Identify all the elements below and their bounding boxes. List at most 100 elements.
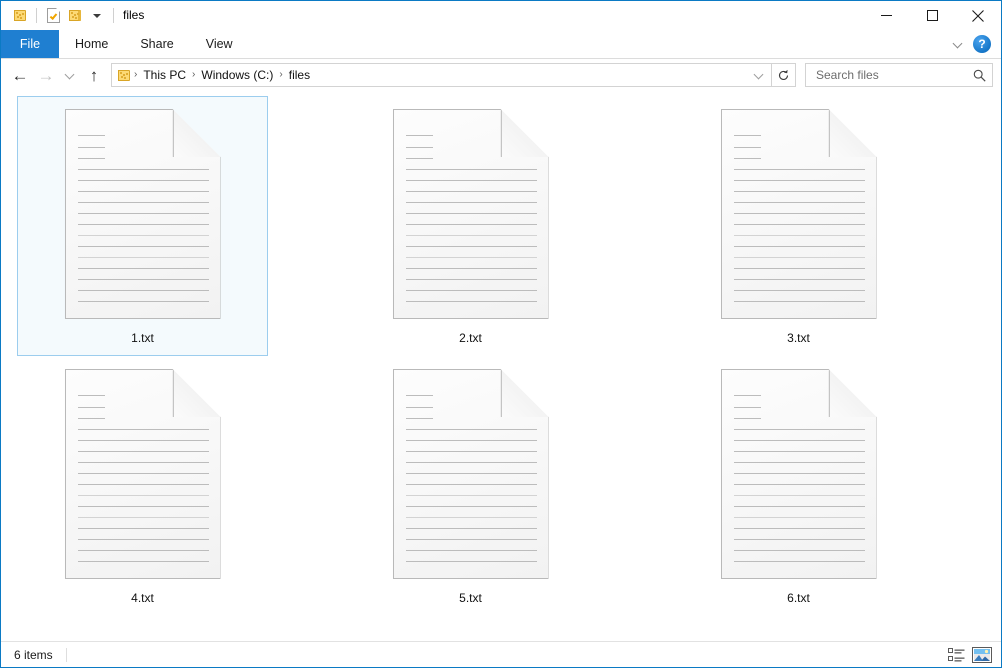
refresh-icon[interactable]	[772, 63, 796, 87]
file-item-2[interactable]: 2.txt	[345, 96, 596, 356]
icon-text-line	[405, 158, 433, 159]
maximize-icon[interactable]	[909, 1, 955, 30]
icon-text-line	[733, 290, 865, 291]
search-input[interactable]	[814, 67, 973, 83]
icon-text-line	[733, 147, 761, 148]
large-icons-view-icon[interactable]	[971, 644, 993, 665]
icon-text-line	[77, 473, 209, 474]
window-controls	[863, 1, 1001, 30]
icon-text-line	[77, 202, 209, 203]
breadcrumb[interactable]: › This PC › Windows (C:) › files	[111, 63, 772, 87]
back-arrow-icon[interactable]: ←	[7, 62, 33, 88]
icon-text-line	[405, 539, 537, 540]
search-icon	[973, 69, 986, 82]
address-dropdown-chevron-down-icon[interactable]	[749, 64, 769, 86]
title-bar: files	[1, 1, 1001, 30]
icon-text-line	[405, 462, 537, 463]
icon-text-line	[405, 290, 537, 291]
icon-text-line	[733, 180, 865, 181]
icon-text-line	[405, 202, 537, 203]
new-folder-icon[interactable]	[64, 5, 86, 27]
breadcrumb-item-windows-c[interactable]: Windows (C:)	[196, 64, 278, 86]
search-box[interactable]	[805, 63, 993, 87]
expand-ribbon-chevron-down-icon[interactable]	[953, 39, 963, 49]
icon-text-line	[77, 279, 209, 280]
details-view-icon[interactable]	[945, 645, 967, 665]
icon-text-line	[77, 429, 209, 430]
icon-text-line	[77, 451, 209, 452]
icon-text-line	[405, 517, 537, 518]
icon-text-line	[405, 484, 537, 485]
icon-text-line	[733, 224, 865, 225]
view-mode-buttons	[945, 644, 993, 665]
file-item-1[interactable]: 1.txt	[17, 96, 268, 356]
tab-home[interactable]: Home	[59, 30, 124, 58]
item-count-label: 6 items	[14, 647, 53, 662]
icon-text-line	[733, 191, 865, 192]
icon-text-line	[77, 495, 209, 496]
icon-text-line	[405, 473, 537, 474]
up-arrow-icon[interactable]: ↑	[81, 62, 107, 88]
icon-text-line	[405, 418, 433, 419]
properties-icon[interactable]	[42, 5, 64, 27]
quick-access-toolbar: files	[1, 1, 144, 30]
icon-text-line	[405, 147, 433, 148]
icon-text-line	[733, 517, 865, 518]
icon-text-line	[405, 257, 537, 258]
folder-pin-icon[interactable]	[9, 5, 31, 27]
toolbar-divider	[36, 8, 37, 23]
breadcrumb-item-files[interactable]: files	[284, 64, 315, 86]
icon-text-line	[405, 528, 537, 529]
icon-text-line	[405, 246, 537, 247]
icon-text-line	[405, 407, 433, 408]
icon-text-line	[733, 418, 761, 419]
icon-text-line	[733, 213, 865, 214]
file-name-label: 5.txt	[459, 591, 482, 605]
close-icon[interactable]	[955, 1, 1001, 30]
icon-text-line	[77, 169, 209, 170]
breadcrumb-item-this-pc[interactable]: This PC	[138, 64, 191, 86]
icon-text-line	[405, 495, 537, 496]
icon-text-line	[405, 429, 537, 430]
icon-text-line	[77, 517, 209, 518]
icon-text-line	[77, 180, 209, 181]
tab-file[interactable]: File	[1, 30, 59, 58]
icon-text-line	[733, 528, 865, 529]
icon-text-line	[77, 257, 209, 258]
file-item-4[interactable]: 4.txt	[17, 356, 268, 616]
icon-text-line	[77, 235, 209, 236]
file-grid: 1.txt 2.txt 3.txt 4.txt 5.txt 6.txt	[17, 96, 1001, 616]
file-name-label: 3.txt	[787, 331, 810, 345]
ribbon-tab-bar: File Home Share View ?	[1, 30, 1001, 59]
customize-quick-access-chevron-down-icon[interactable]	[86, 5, 108, 27]
file-item-6[interactable]: 6.txt	[673, 356, 924, 616]
file-item-5[interactable]: 5.txt	[345, 356, 596, 616]
icon-text-line	[405, 451, 537, 452]
tab-share[interactable]: Share	[124, 30, 189, 58]
icon-text-line	[77, 290, 209, 291]
icon-text-line	[733, 550, 865, 551]
icon-text-line	[77, 528, 209, 529]
tab-view[interactable]: View	[190, 30, 249, 58]
address-bar: ← → ↑ › This PC › Windows (C:) › files	[1, 59, 1001, 91]
icon-text-line	[405, 268, 537, 269]
forward-arrow-icon: →	[37, 65, 55, 85]
icon-text-line	[733, 158, 761, 159]
recent-locations-chevron-down-icon[interactable]	[59, 62, 81, 88]
icon-text-line	[405, 213, 537, 214]
icon-text-line	[77, 561, 209, 562]
file-item-3[interactable]: 3.txt	[673, 96, 924, 356]
icon-text-line	[733, 440, 865, 441]
icon-text-line	[733, 257, 865, 258]
help-icon[interactable]: ?	[973, 35, 991, 53]
file-name-label: 1.txt	[131, 331, 154, 345]
icon-text-line	[77, 550, 209, 551]
icon-text-line	[77, 147, 105, 148]
minimize-icon[interactable]	[863, 1, 909, 30]
file-list-area[interactable]: 1.txt 2.txt 3.txt 4.txt 5.txt 6.txt	[1, 91, 1001, 641]
icon-text-line	[405, 224, 537, 225]
text-file-icon	[393, 109, 549, 319]
file-explorer-window: files File Home Share View ? ← → ↑ › Thi…	[0, 0, 1002, 668]
icon-text-line	[77, 268, 209, 269]
icon-text-line	[77, 462, 209, 463]
